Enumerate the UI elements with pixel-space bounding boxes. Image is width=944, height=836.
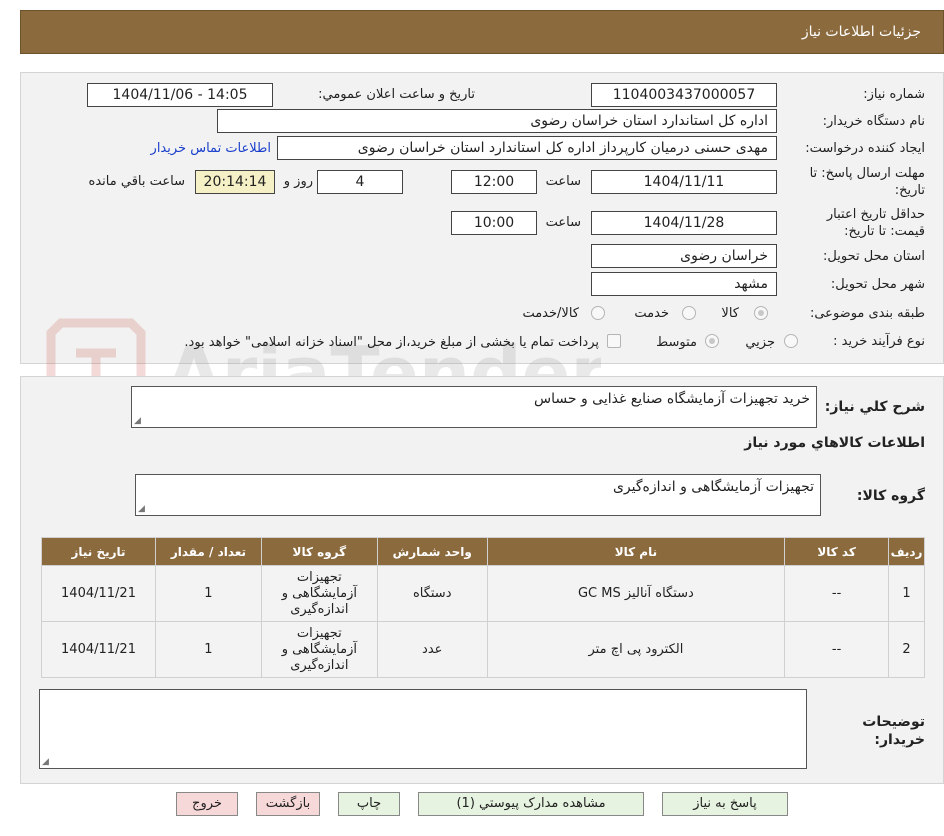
price-validity-label: حداقل تاريخ اعتبار قيمت: تا تاريخ: <box>826 207 925 239</box>
payment-note: پرداخت تمام يا بخشی از مبلغ خريد،از محل … <box>184 335 599 350</box>
cell-qty: 1 <box>155 621 262 678</box>
send-date-field: 1404/11/11 <box>591 170 777 194</box>
cell-code: -- <box>784 621 890 678</box>
city-label: شهر محل تحويل: <box>830 277 925 292</box>
cell-unit: عدد <box>376 621 488 678</box>
cell-group: تجهیزات آزمایشگاهی و اندازه‌گیری <box>260 565 378 622</box>
page-title: جزئيات اطلاعات نياز <box>801 24 921 40</box>
summary-textarea[interactable]: خرید تجهیزات آزمایشگاه صنایع غذایی و حسا… <box>131 386 817 428</box>
table-row: 1 -- دستگاه آنالیز GC MS دستگاه تجهیزات … <box>40 565 925 622</box>
exit-button[interactable]: خروج <box>176 792 238 816</box>
category-label: طبقه بندی موضوعی: <box>809 306 925 321</box>
cell-date: 1404/11/21 <box>40 621 157 678</box>
col-qty: تعداد / مقدار <box>155 537 262 566</box>
purchase-medium-radio[interactable] <box>705 334 719 348</box>
cell-group: تجهیزات آزمایشگاهی و اندازه‌گیری <box>260 621 378 678</box>
goods-panel: شرح كلي نياز: خرید تجهیزات آزمایشگاه صنا… <box>20 376 944 784</box>
resize-grip-icon[interactable]: ◢ <box>42 757 49 767</box>
send-time-field: 12:00 <box>451 170 537 194</box>
goods-group-text: تجهیزات آزمایشگاهی و اندازه‌گیری <box>612 479 814 495</box>
back-button[interactable]: بازگشت <box>256 792 320 816</box>
cell-row: 1 <box>888 565 925 622</box>
goods-group-label: گروه كالا: <box>856 488 925 504</box>
cell-name: الکترود پی اچ متر <box>486 621 786 678</box>
summary-text: خرید تجهیزات آزمایشگاه صنایع غذایی و حسا… <box>534 391 810 407</box>
reply-button[interactable]: پاسخ به نياز <box>662 792 788 816</box>
buyer-org-label: نام دستگاه خريدار: <box>822 114 925 129</box>
category-goods-radio[interactable] <box>754 306 768 320</box>
purchase-minor-radio[interactable] <box>784 334 798 348</box>
city-field: مشهد <box>591 272 777 296</box>
attachments-button[interactable]: مشاهده مدارک پيوستي (1) <box>418 792 644 816</box>
buyer-contact-link[interactable]: اطلاعات تماس خريدار <box>151 141 271 156</box>
category-goods-service-radio[interactable] <box>591 306 605 320</box>
need-number-label: شماره نياز: <box>863 87 925 102</box>
treasury-bonds-checkbox[interactable] <box>607 334 621 348</box>
goods-info-heading: اطلاعات كالاهاي مورد نياز <box>744 435 925 451</box>
summary-label: شرح كلي نياز: <box>824 399 925 415</box>
purchase-minor-label: جزيي <box>745 335 775 350</box>
cell-name: دستگاه آنالیز GC MS <box>486 565 786 622</box>
validity-time-field: 10:00 <box>451 211 537 235</box>
resize-grip-icon[interactable]: ◢ <box>138 504 145 514</box>
send-deadline-label: مهلت ارسال پاسخ: تا تاريخ: <box>809 166 925 198</box>
cell-date: 1404/11/21 <box>40 565 157 622</box>
validity-time-label: ساعت <box>545 215 581 230</box>
requester-field: مهدی حسنی درمیان کارپرداز اداره کل استان… <box>277 136 777 160</box>
category-service-radio[interactable] <box>682 306 696 320</box>
goods-group-textarea[interactable]: تجهیزات آزمایشگاهی و اندازه‌گیری ◢ <box>135 474 821 516</box>
resize-grip-icon[interactable]: ◢ <box>134 416 141 426</box>
print-button[interactable]: چاپ <box>338 792 400 816</box>
remaining-time-field: 20:14:14 <box>195 170 275 194</box>
col-name: نام كالا <box>486 537 786 566</box>
col-date: تاريخ نياز <box>40 537 157 566</box>
purchase-type-label: نوع فرآيند خريد : <box>833 334 925 349</box>
buyer-notes-textarea[interactable]: ◢ <box>39 689 807 769</box>
table-header-row: رديف كد كالا نام كالا واحد شمارش گروه كا… <box>40 537 925 566</box>
province-field: خراسان رضوی <box>591 244 777 268</box>
cell-code: -- <box>784 565 890 622</box>
announce-datetime-field: 1404/11/06 - 14:05 <box>87 83 273 107</box>
goods-table: رديف كد كالا نام كالا واحد شمارش گروه كا… <box>40 537 925 678</box>
days-and-label: روز و <box>283 174 313 189</box>
cell-qty: 1 <box>155 565 262 622</box>
buyer-notes-label: توضيحات خريدار: <box>862 714 925 748</box>
category-service-label: خدمت <box>634 306 669 321</box>
col-row: رديف <box>888 537 925 566</box>
cell-row: 2 <box>888 621 925 678</box>
days-field: 4 <box>317 170 403 194</box>
need-number-field: 1104003437000057 <box>591 83 777 107</box>
send-time-label: ساعت <box>545 174 581 189</box>
announce-datetime-label: تاريخ و ساعت اعلان عمومي: <box>318 87 475 102</box>
col-unit: واحد شمارش <box>376 537 488 566</box>
validity-date-field: 1404/11/28 <box>591 211 777 235</box>
remaining-label: ساعت باقي مانده <box>88 174 185 189</box>
col-group: گروه كالا <box>260 537 378 566</box>
category-goods-service-label: كالا/خدمت <box>522 306 579 321</box>
col-code: كد كالا <box>784 537 890 566</box>
requester-label: ايجاد كننده درخواست: <box>805 141 925 156</box>
need-info-panel: AriaTender.neT شماره نياز: 1104003437000… <box>20 72 944 431</box>
province-label: استان محل تحويل: <box>823 249 925 264</box>
table-row: 2 -- الکترود پی اچ متر عدد تجهیزات آزمای… <box>40 621 925 678</box>
cell-unit: دستگاه <box>376 565 488 622</box>
purchase-medium-label: متوسط <box>656 335 697 350</box>
page-title-bar: جزئيات اطلاعات نياز <box>20 10 944 54</box>
category-goods-label: كالا <box>721 306 739 321</box>
buyer-org-field: اداره کل استاندارد استان خراسان رضوی <box>217 109 777 133</box>
